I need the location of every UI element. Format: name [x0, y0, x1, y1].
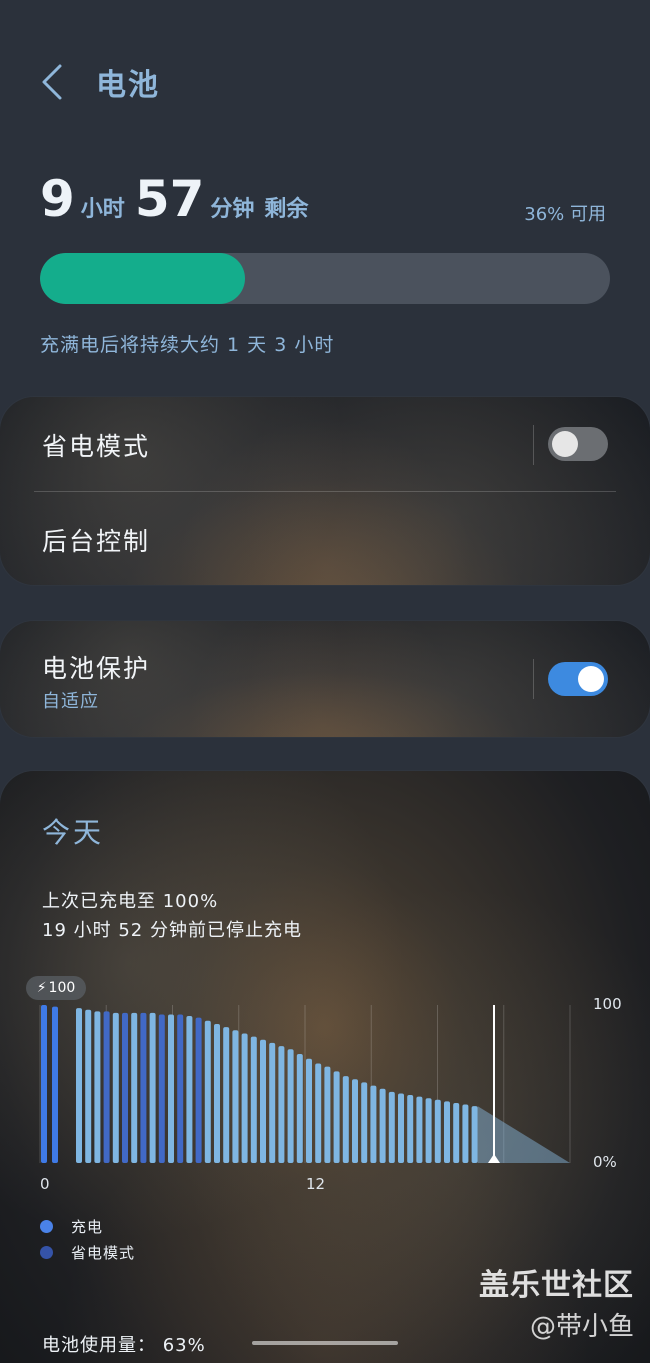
chart-bar [85, 1009, 92, 1163]
legend-label: 省电模式 [71, 1244, 136, 1262]
chart-bar [122, 1012, 128, 1163]
projection-area [477, 1106, 570, 1163]
chart-bar [379, 1088, 386, 1163]
legend-dot [40, 1220, 53, 1233]
chart-bar [361, 1082, 368, 1163]
chart-bar [324, 1066, 331, 1163]
x-tick-label: 12 [306, 1175, 326, 1193]
chart-bar [41, 1005, 47, 1163]
chart-bar [416, 1096, 423, 1163]
today-title: 今天 [42, 816, 105, 849]
battery-usage-chart: ⚡ 100 100 0% 0 12 [0, 971, 650, 1201]
back-button[interactable] [36, 60, 72, 104]
watermark-community: 盖乐世社区 [479, 1268, 634, 1303]
chart-bar [444, 1101, 450, 1163]
chart-bar [342, 1076, 349, 1163]
stopped-charging-text: 19 小时 52 分钟前已停止充电 [42, 920, 302, 941]
battery-protection-mode: 自适应 [42, 691, 99, 712]
minutes-value: 57 [134, 170, 205, 228]
y-min-label: 0% [593, 1153, 617, 1171]
chart-bar [306, 1058, 312, 1163]
chart-bar [471, 1106, 478, 1163]
chart-bar [462, 1104, 469, 1163]
background-control-label: 后台控制 [42, 527, 151, 556]
last-charged-text: 上次已充电至 100% [42, 891, 219, 912]
power-saving-toggle[interactable] [548, 427, 608, 461]
minutes-unit: 分钟 [210, 197, 255, 222]
power-settings-card: 省电模式 后台控制 [0, 397, 650, 585]
hours-value: 9 [40, 170, 75, 228]
legend-label: 充电 [71, 1218, 104, 1236]
row-separator [533, 425, 534, 465]
chart-bar [287, 1049, 294, 1163]
chart-bar [250, 1036, 257, 1163]
remaining-word: 剩余 [264, 197, 309, 222]
hours-unit: 小时 [80, 197, 125, 222]
chart-bar [186, 1016, 193, 1163]
legend-dot [40, 1246, 53, 1259]
app-header: 电池 [0, 50, 650, 114]
battery-protection-label: 电池保护 [42, 654, 151, 683]
chart-bar [223, 1027, 230, 1163]
battery-protection-row[interactable]: 电池保护 自适应 [0, 621, 650, 737]
chart-bar [425, 1098, 432, 1163]
chart-bar [76, 1008, 82, 1163]
chart-bar [352, 1079, 358, 1163]
chart-bar [241, 1033, 248, 1163]
chart-bar [94, 1011, 101, 1163]
chart-bar [388, 1091, 395, 1163]
row-separator [533, 659, 534, 699]
legend-item-charging: 充电 [40, 1216, 103, 1237]
chart-bar [195, 1017, 202, 1163]
chart-bar [149, 1012, 156, 1163]
toggle-knob [578, 666, 604, 692]
chart-bar [278, 1046, 285, 1163]
chevron-left-icon [42, 64, 62, 100]
nav-handle [252, 1341, 398, 1345]
chart-bar [296, 1053, 303, 1163]
battery-available: 36% 可用 [524, 204, 606, 225]
battery-protection-toggle[interactable] [548, 662, 608, 696]
chart-bar [260, 1039, 266, 1163]
legend-item-power-saving: 省电模式 [40, 1242, 135, 1263]
toggle-knob [552, 431, 578, 457]
chart-plot [39, 1005, 571, 1163]
background-control-row[interactable]: 后台控制 [0, 492, 650, 585]
chart-bar [398, 1093, 404, 1163]
watermark-author: @带小鱼 [529, 1312, 634, 1342]
chart-bar [434, 1099, 441, 1163]
chart-bar [232, 1030, 239, 1163]
chart-bar [407, 1095, 414, 1163]
chart-bar [214, 1023, 220, 1163]
full-charge-estimate: 充满电后将持续大约 1 天 3 小时 [40, 334, 335, 356]
chart-bar [112, 1012, 119, 1163]
remaining-time: 9 小时 57 分钟 剩余 [40, 170, 318, 228]
chart-bar [168, 1014, 174, 1163]
chart-bar [315, 1063, 322, 1163]
battery-level-bar [40, 253, 610, 304]
power-saving-row[interactable]: 省电模式 [0, 397, 650, 492]
chart-bar [131, 1012, 138, 1163]
chart-bar [52, 1006, 58, 1163]
chart-bar [204, 1020, 211, 1163]
chart-bar [370, 1085, 377, 1163]
chart-bar [103, 1011, 110, 1163]
chart-bar [269, 1042, 276, 1163]
chart-bar [333, 1071, 340, 1163]
chart-bar [158, 1014, 165, 1163]
chart-bar [453, 1102, 460, 1163]
chart-bar [177, 1014, 184, 1163]
battery-level-fill [40, 253, 246, 304]
page-title: 电池 [96, 68, 160, 103]
y-max-label: 100 [593, 995, 622, 1013]
battery-protection-card: 电池保护 自适应 [0, 621, 650, 737]
power-saving-label: 省电模式 [42, 432, 151, 461]
x-tick-label: 0 [40, 1175, 50, 1193]
chart-bar [140, 1012, 147, 1163]
gesture-nav-bar [0, 1341, 650, 1345]
